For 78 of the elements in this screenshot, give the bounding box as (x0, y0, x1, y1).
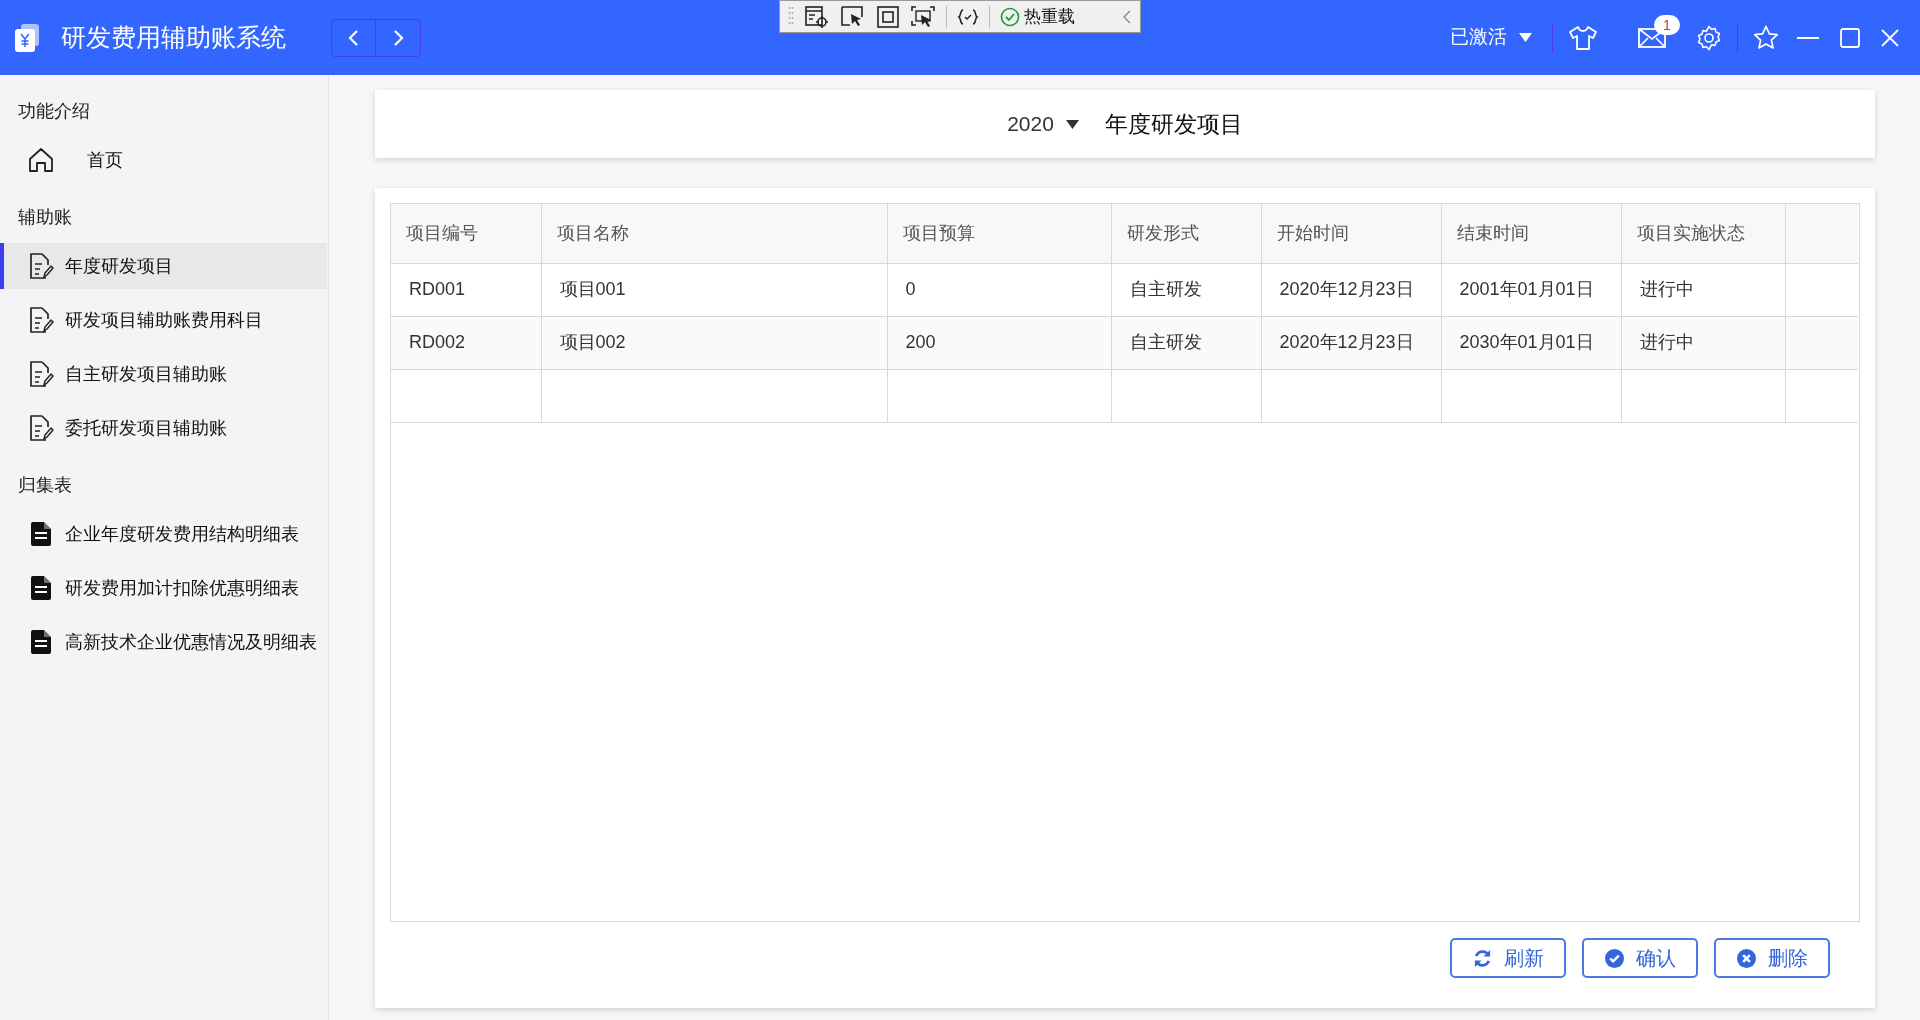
action-button[interactable]: 刷新 (1450, 938, 1566, 978)
table-cell: 200 (887, 316, 1111, 369)
hot-reload-toggle[interactable]: 热重载 (1024, 3, 1075, 30)
select-element-icon[interactable] (840, 4, 866, 29)
document-icon (31, 630, 51, 654)
close-icon[interactable] (1880, 27, 1900, 48)
section-title: 辅助账 (17, 205, 73, 229)
sidebar-item-label: 委托研发项目辅助账 (65, 416, 227, 440)
sidebar-item[interactable]: 研发费用加计扣除优惠明细表 (0, 565, 327, 611)
sidebar-item-label: 年度研发项目 (65, 254, 173, 278)
shirt-icon[interactable] (1568, 24, 1598, 51)
home-icon (27, 146, 55, 174)
table-cell: 2020年12月23日 (1261, 316, 1441, 369)
chevron-left-icon (346, 27, 361, 48)
column-header[interactable]: 项目预算 (887, 204, 1111, 263)
page-title: 年度研发项目 (1104, 109, 1243, 139)
table-cell: RD001 (391, 263, 541, 316)
sidebar-item-label: 研发费用加计扣除优惠明细表 (65, 576, 299, 600)
column-header[interactable]: 研发形式 (1111, 204, 1261, 263)
star-icon[interactable] (1753, 25, 1779, 50)
sidebar-item[interactable]: 高新技术企业优惠情况及明细表 (0, 619, 327, 665)
action-button[interactable]: 删除 (1714, 938, 1830, 978)
table-cell: 进行中 (1621, 316, 1785, 369)
sidebar-item-label: 企业年度研发费用结构明细表 (65, 522, 299, 546)
table-cell: RD002 (391, 316, 541, 369)
table-cell: 项目002 (541, 316, 887, 369)
collapse-icon[interactable] (1122, 8, 1132, 25)
app-title: 研发费用辅助账系统 (61, 21, 286, 53)
close-circle-icon (1736, 948, 1756, 968)
table-cell: 自主研发 (1111, 316, 1261, 369)
table-cell: 0 (887, 263, 1111, 316)
refresh-icon (1472, 948, 1492, 968)
square-icon[interactable] (876, 4, 900, 29)
inspect-tree-icon[interactable] (804, 4, 830, 29)
check-circle-icon (1604, 948, 1624, 968)
table-cell: 2001年01月01日 (1441, 263, 1621, 316)
sidebar-item[interactable]: 首页 (0, 137, 327, 183)
sidebar-item[interactable]: 研发项目辅助账费用科目 (0, 297, 327, 343)
table-cell: 自主研发 (1111, 263, 1261, 316)
sidebar-item[interactable]: 委托研发项目辅助账 (0, 405, 327, 451)
select-region-icon[interactable] (910, 4, 936, 29)
table-cell: 2020年12月23日 (1261, 263, 1441, 316)
section-title: 归集表 (17, 473, 73, 497)
maximize-icon[interactable] (1840, 27, 1860, 48)
action-button[interactable]: 确认 (1582, 938, 1698, 978)
table-cell: 2030年01月01日 (1441, 316, 1621, 369)
sidebar-item[interactable]: 自主研发项目辅助账 (0, 351, 327, 397)
document-icon (31, 576, 51, 600)
minimize-icon[interactable] (1797, 36, 1819, 39)
chevron-right-icon (391, 27, 405, 48)
table-cell: 进行中 (1621, 263, 1785, 316)
sidebar-item[interactable]: 企业年度研发费用结构明细表 (0, 511, 327, 557)
license-dropdown[interactable]: 已激活 (1450, 23, 1532, 52)
year-dropdown[interactable]: 2020 (1007, 108, 1079, 140)
sidebar-item-label: 自主研发项目辅助账 (65, 362, 227, 386)
check-circle-icon (1000, 6, 1020, 27)
document-icon (31, 522, 51, 546)
sidebar-item-label: 研发项目辅助账费用科目 (65, 308, 263, 332)
sidebar-item[interactable]: 年度研发项目 (0, 243, 327, 289)
column-header[interactable]: 项目编号 (391, 204, 541, 263)
dropdown-caret-icon (1065, 119, 1079, 129)
table-cell: 项目001 (541, 263, 887, 316)
settings-icon[interactable] (1696, 24, 1722, 51)
edit-document-icon (28, 360, 54, 388)
section-title: 功能介绍 (17, 99, 91, 123)
edit-document-icon (28, 414, 54, 442)
binding-icon[interactable] (957, 6, 979, 27)
edit-document-icon (28, 306, 54, 334)
app-logo-icon (15, 23, 41, 52)
notification-badge: 1 (1654, 14, 1680, 35)
column-header[interactable]: 项目实施状态 (1621, 204, 1785, 263)
sidebar-item-label: 高新技术企业优惠情况及明细表 (65, 630, 317, 654)
column-header[interactable]: 开始时间 (1261, 204, 1441, 263)
column-header[interactable]: 项目名称 (541, 204, 887, 263)
column-header[interactable]: 结束时间 (1441, 204, 1621, 263)
dropdown-caret-icon (1519, 33, 1532, 42)
sidebar-item-label: 首页 (87, 148, 123, 172)
edit-document-icon (28, 252, 54, 280)
